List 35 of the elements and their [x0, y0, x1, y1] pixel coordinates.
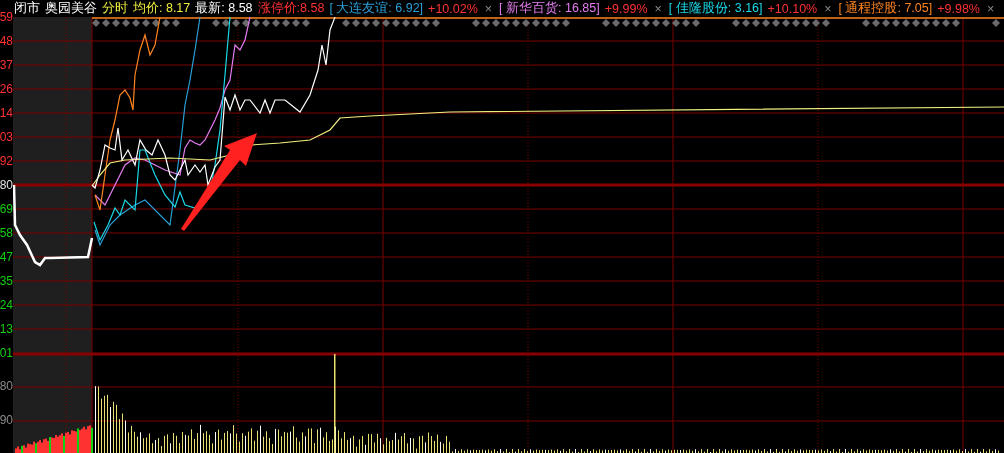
price-axis-label: 59 [0, 9, 13, 26]
price-axis-label: 24 [0, 297, 13, 314]
volume-axis-label: 90 [0, 412, 13, 429]
limit-up-price: 涨停价:8.58 [257, 0, 325, 17]
compare-change: +10.10% [767, 1, 818, 16]
compare-stock: [ 新华百货: 16.85] [499, 0, 600, 17]
remove-compare-button[interactable]: × [824, 1, 832, 16]
volume-axis-label: 80 [0, 378, 13, 395]
compare-stock: [ 佳隆股份: 3.16] [668, 0, 763, 17]
price-axis-label: 37 [0, 57, 13, 74]
remove-compare-button[interactable]: × [484, 1, 493, 16]
price-axis-label: 48 [0, 33, 13, 50]
price-axis-label: 03 [0, 129, 13, 146]
compare-stock: [ 通程控股: 7.05] [838, 0, 933, 17]
price-axis-label: 13 [0, 321, 13, 338]
compare-change: +10.02% [428, 1, 478, 16]
average-price: 均价: 8.17 [133, 0, 191, 17]
remove-compare-button[interactable]: × [987, 1, 995, 16]
compare-change: +9.98% [937, 1, 980, 16]
price-axis-label: 14 [0, 105, 13, 122]
price-axis-label: 80 [0, 177, 13, 194]
price-axis-label: 58 [0, 225, 13, 242]
stock-name: 奥园美谷 [45, 0, 97, 17]
price-axis-label: 01 [0, 345, 13, 362]
market-status: 闭市 [14, 0, 40, 17]
compare-stock: [ 大连友谊: 6.92] [329, 0, 424, 17]
remove-compare-button[interactable]: × [654, 1, 662, 16]
price-axis-label: 92 [0, 153, 13, 170]
latest-price: 最新: 8.58 [195, 0, 253, 17]
price-axis-label: 47 [0, 249, 13, 266]
price-axis-label: 26 [0, 81, 13, 98]
price-axis-label: 69 [0, 201, 13, 218]
compare-change: +9.99% [604, 1, 648, 16]
price-axis-label: 35 [0, 273, 13, 290]
chart-mode: 分时 [102, 0, 128, 17]
